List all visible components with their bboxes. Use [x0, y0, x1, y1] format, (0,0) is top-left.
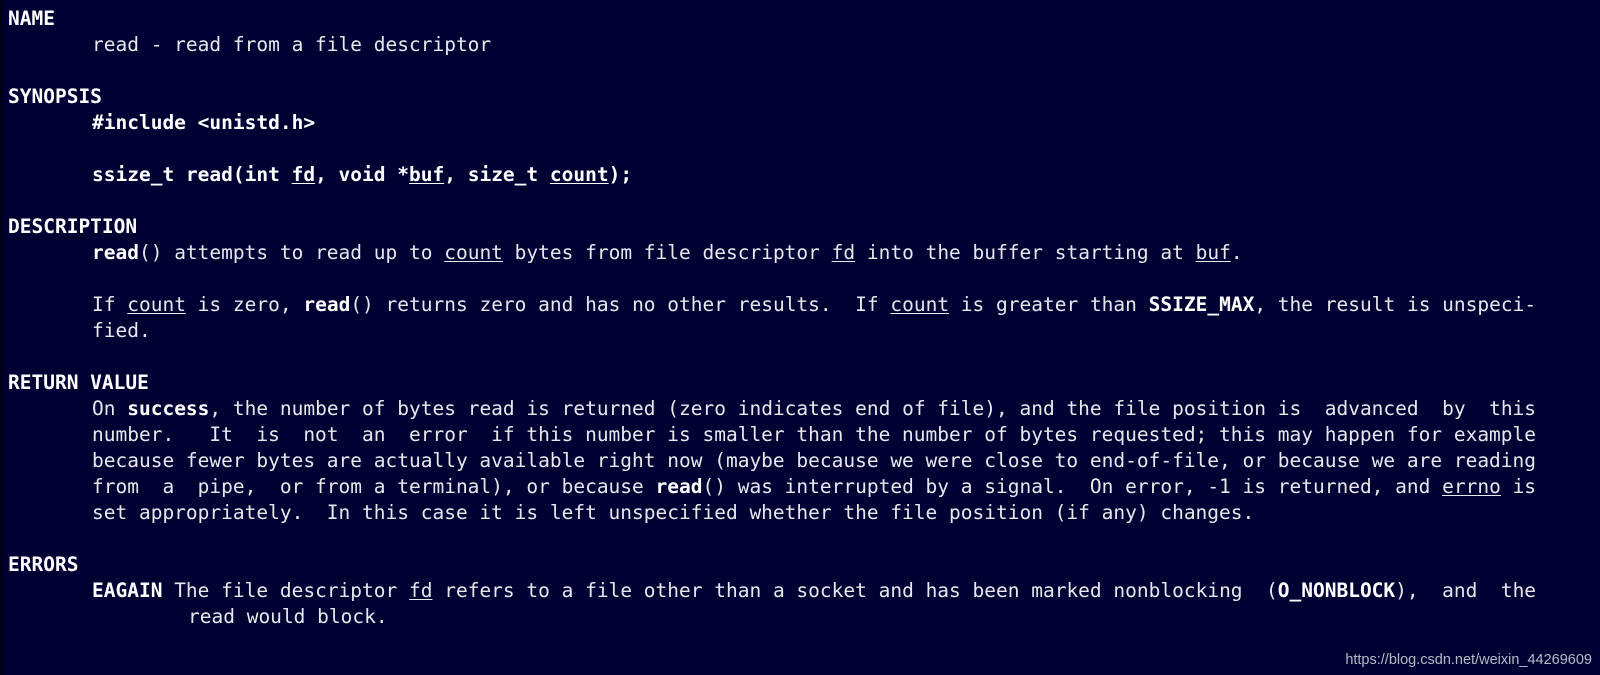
- prototype-arg-buf: buf: [409, 163, 445, 186]
- return-value-line-3: because fewer bytes are actually availab…: [92, 449, 1537, 472]
- csdn-watermark: https://blog.csdn.net/weixin_44269609: [1345, 652, 1592, 668]
- errors-eagain-bold: EAGAIN: [92, 579, 163, 602]
- rv4-text-1: from a pipe, or from a terminal), or bec…: [92, 475, 656, 498]
- rv-text-1: On: [92, 397, 128, 420]
- desc-fd-under: fd: [831, 241, 856, 264]
- prototype-sep-1: , void *: [315, 163, 409, 186]
- return-value-line-1: On success, the number of bytes read is …: [8, 396, 1594, 422]
- return-value-line-4: from a pipe, or from a terminal), or bec…: [8, 474, 1594, 500]
- return-value-line-5: set appropriately. In this case it is le…: [92, 501, 1255, 524]
- desc-buf-under: buf: [1195, 241, 1231, 264]
- err-fd-under: fd: [409, 579, 433, 602]
- rv-text-2: , the number of bytes read is returned (…: [209, 397, 1537, 420]
- desc2-read-bold: read: [303, 293, 351, 316]
- desc2-count-under-2: count: [890, 293, 950, 316]
- desc2-count-under-1: count: [127, 293, 186, 316]
- man-page-content: NAME read - read from a file descriptor …: [0, 6, 1600, 630]
- desc2-text-5: , the result is unspeci-: [1254, 293, 1537, 316]
- synopsis-include: #include <unistd.h>: [92, 111, 316, 134]
- section-heading-name: NAME: [8, 7, 55, 30]
- desc2-text-4: is greater than: [949, 293, 1149, 316]
- errors-eagain-line-2: read would block.: [188, 605, 388, 628]
- prototype-arg-count: count: [549, 163, 609, 186]
- prototype-sep-2: , size_t: [444, 163, 550, 186]
- err-o-nonblock-bold: O_NONBLOCK: [1277, 579, 1396, 602]
- section-heading-return-value: RETURN VALUE: [8, 371, 149, 394]
- section-heading-errors: ERRORS: [8, 553, 79, 576]
- desc2-text-2: is zero,: [185, 293, 304, 316]
- errors-eagain-line-1: EAGAIN The file descriptor fd refers to …: [8, 578, 1594, 604]
- desc-text-3: into the buffer starting at: [855, 241, 1196, 264]
- prototype-return-type: ssize_t read(int: [92, 163, 292, 186]
- rv4-errno-under: errno: [1442, 475, 1501, 498]
- synopsis-prototype: ssize_t read(int fd, void *buf, size_t c…: [8, 162, 1594, 188]
- desc2-text-3: () returns zero and has no other results…: [350, 293, 891, 316]
- desc-text-1: () attempts to read up to: [138, 241, 445, 264]
- section-heading-synopsis: SYNOPSIS: [8, 85, 102, 108]
- desc2-ssize-max-bold: SSIZE_MAX: [1148, 293, 1255, 316]
- description-paragraph-1: read() attempts to read up to count byte…: [8, 240, 1594, 266]
- rv4-text-2: () was interrupted by a signal. On error…: [702, 475, 1443, 498]
- section-heading-description: DESCRIPTION: [8, 215, 138, 238]
- prototype-end: );: [608, 163, 633, 186]
- rv-success-bold: success: [127, 397, 210, 420]
- desc-read-bold: read: [92, 241, 139, 264]
- rv4-read-bold: read: [655, 475, 703, 498]
- rv4-text-3: is: [1500, 475, 1537, 498]
- name-description: read - read from a file descriptor: [92, 33, 492, 56]
- return-value-line-2: number. It is not an error if this numbe…: [92, 423, 1537, 446]
- desc2-text-1: If: [92, 293, 128, 316]
- description-paragraph-2-line-2: fied.: [92, 319, 151, 342]
- desc-text-2: bytes from file descriptor: [502, 241, 832, 264]
- prototype-arg-fd: fd: [291, 163, 316, 186]
- description-paragraph-2-line-1: If count is zero, read() returns zero an…: [8, 292, 1594, 318]
- desc-text-4: .: [1230, 241, 1243, 264]
- desc-count-under-1: count: [444, 241, 503, 264]
- err-text-2: refers to a file other than a socket and…: [432, 579, 1278, 602]
- terminal-window: NAME read - read from a file descriptor …: [0, 0, 1600, 675]
- err-text-3: ), and the: [1395, 579, 1537, 602]
- err-text-1: The file descriptor: [162, 579, 409, 602]
